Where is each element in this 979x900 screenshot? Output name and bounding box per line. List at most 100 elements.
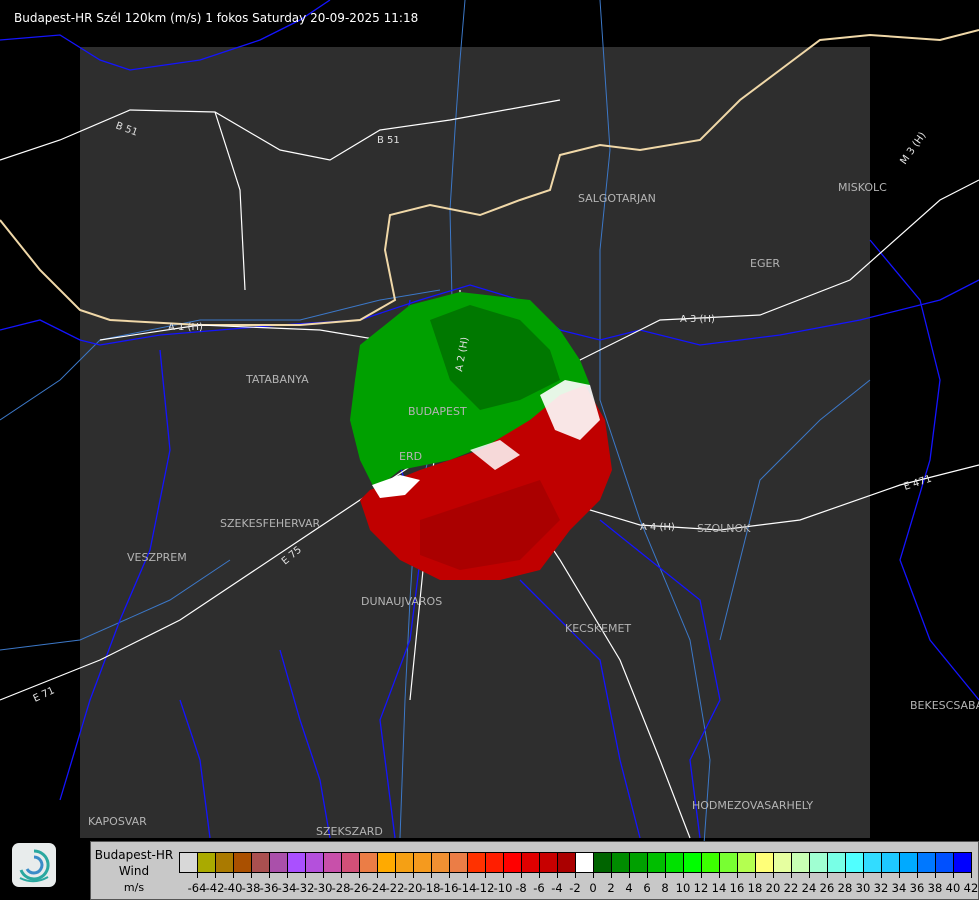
legend-swatch <box>630 853 648 872</box>
city-label: BUDAPEST <box>408 405 467 418</box>
legend-swatch <box>918 853 936 872</box>
legend-tick <box>845 872 846 878</box>
legend-tick-label: -10 <box>493 881 513 895</box>
city-label: SZEKSZARD <box>316 825 383 838</box>
legend-tick-label: -30 <box>313 881 333 895</box>
city-label: SALGOTARJAN <box>578 192 656 205</box>
city-label: MISKOLC <box>838 181 887 194</box>
legend-swatch <box>414 853 432 872</box>
legend-tick-label: 6 <box>643 881 651 895</box>
legend-swatch <box>882 853 900 872</box>
legend-tick-label: 38 <box>927 881 943 895</box>
legend-tick-label: 34 <box>891 881 907 895</box>
legend-tick <box>359 872 360 878</box>
legend-tick-label: 16 <box>729 881 745 895</box>
legend-tick <box>971 872 972 878</box>
legend-tick-label: -40 <box>223 881 243 895</box>
swirl-logo-icon <box>19 849 50 883</box>
color-legend: Budapest-HR Wind m/s -64 -42 -40 -38 -36 -34-… <box>90 841 979 900</box>
legend-swatch <box>702 853 720 872</box>
legend-swatch <box>234 853 252 872</box>
legend-swatch <box>648 853 666 872</box>
legend-swatch <box>522 853 540 872</box>
legend-tick <box>683 872 684 878</box>
legend-swatch <box>288 853 306 872</box>
legend-tick-label: 36 <box>909 881 925 895</box>
city-label: TATABANYA <box>245 373 309 386</box>
road-label: A 4 (H) <box>640 522 675 533</box>
legend-tick-label: -20 <box>403 881 423 895</box>
legend-tick <box>647 872 648 878</box>
legend-swatch <box>486 853 504 872</box>
city-label: SZEKESFEHERVAR <box>220 517 321 530</box>
legend-tick <box>413 872 414 878</box>
legend-tick-label: 18 <box>747 881 763 895</box>
legend-tick <box>503 872 504 878</box>
legend-swatch <box>468 853 486 872</box>
legend-tick-label: 22 <box>783 881 799 895</box>
legend-swatch <box>666 853 684 872</box>
map-title: Budapest-HR Szél 120km (m/s) 1 fokos Sat… <box>14 11 419 25</box>
legend-tick-label: 28 <box>837 881 853 895</box>
city-label: HODMEZOVASARHELY <box>692 799 813 812</box>
legend-swatch <box>540 853 558 872</box>
logo <box>12 843 56 887</box>
legend-station: Budapest-HR <box>94 848 174 862</box>
legend-swatch <box>558 853 576 872</box>
legend-tick-label: -4 <box>551 881 563 895</box>
legend-tick <box>809 872 810 878</box>
legend-tick-label: -14 <box>457 881 477 895</box>
legend-swatch <box>864 853 882 872</box>
legend-swatch <box>792 853 810 872</box>
city-label: VESZPREM <box>127 551 187 564</box>
legend-swatch <box>216 853 234 872</box>
legend-swatch <box>846 853 864 872</box>
legend-tick <box>629 872 630 878</box>
road-label: M 3 (H) <box>898 130 928 166</box>
legend-tick-label: -6 <box>533 881 545 895</box>
legend-swatch <box>954 853 971 872</box>
legend-swatch <box>342 853 360 872</box>
legend-tick-label: -36 <box>259 881 279 895</box>
legend-swatch <box>396 853 414 872</box>
legend-swatch <box>828 853 846 872</box>
road-label: B 51 <box>377 135 400 146</box>
legend-swatch <box>738 853 756 872</box>
road-label: A 3 (H) <box>680 314 715 325</box>
legend-swatches <box>179 852 972 873</box>
legend-unit: m/s <box>123 881 145 894</box>
legend-tick-label: 0 <box>589 881 597 895</box>
legend-tick-label: 8 <box>661 881 669 895</box>
legend-tick <box>197 872 198 878</box>
city-label: SZOLNOK <box>697 522 751 535</box>
legend-tick <box>305 872 306 878</box>
legend-tick <box>233 872 234 878</box>
city-label: KAPOSVAR <box>88 815 147 828</box>
legend-tick-label: 30 <box>855 881 871 895</box>
legend-tick <box>881 872 882 878</box>
legend-tick-label: -18 <box>421 881 441 895</box>
city-label: EGER <box>750 257 780 270</box>
legend-swatch <box>594 853 612 872</box>
legend-tick-label: -24 <box>367 881 387 895</box>
legend-tick <box>341 872 342 878</box>
legend-tick-label: 26 <box>819 881 835 895</box>
legend-swatch <box>576 853 594 872</box>
legend-tick <box>863 872 864 878</box>
legend-tick <box>773 872 774 878</box>
legend-tick-label: -26 <box>349 881 369 895</box>
radar-map: SALGOTARJAN MISKOLC EGER TATABANYA BUDAP… <box>0 0 979 900</box>
legend-swatch <box>810 853 828 872</box>
city-label: DUNAUJVAROS <box>361 595 442 608</box>
legend-swatch <box>306 853 324 872</box>
legend-tick-label: -2 <box>569 881 581 895</box>
legend-tick <box>557 872 558 878</box>
legend-tick-label: -32 <box>295 881 315 895</box>
legend-tick-label: 2 <box>607 881 615 895</box>
city-label: KECSKEMET <box>565 622 631 635</box>
legend-tick <box>611 872 612 878</box>
legend-tick-label: -12 <box>475 881 495 895</box>
legend-swatch <box>324 853 342 872</box>
legend-tick-label: -22 <box>385 881 405 895</box>
road-label: A 1 (H) <box>168 322 203 333</box>
